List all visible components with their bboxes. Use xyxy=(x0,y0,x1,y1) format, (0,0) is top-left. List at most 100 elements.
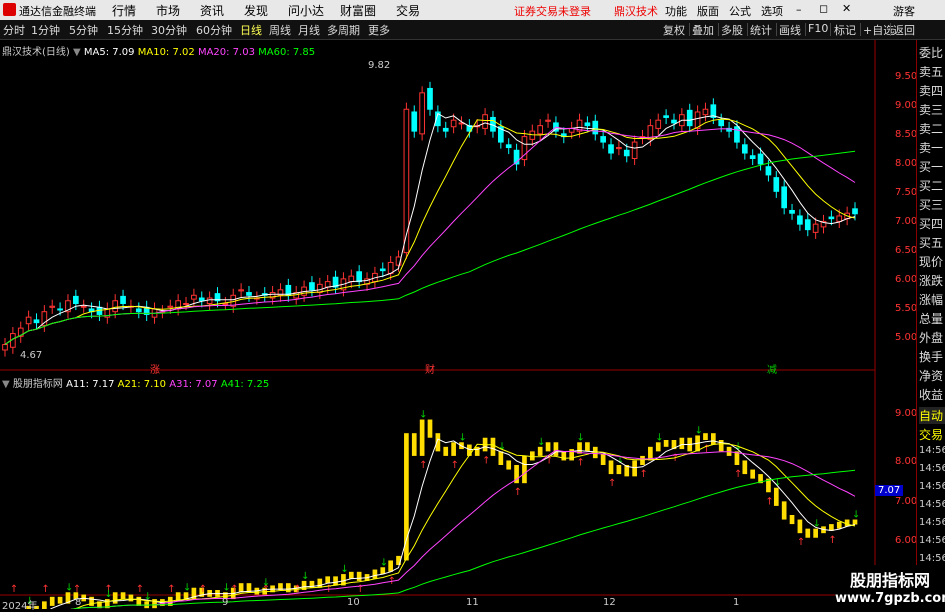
candle-body xyxy=(852,208,858,215)
fuquan-button[interactable]: 复权 xyxy=(663,22,685,38)
indicator-bar xyxy=(57,596,63,604)
menu-caifuquan[interactable]: 财富圈 xyxy=(340,2,376,19)
candle-body xyxy=(631,141,638,159)
indicator-bar xyxy=(427,419,433,438)
side-label: 外盘 xyxy=(919,331,944,345)
indicator-bar xyxy=(183,592,189,600)
side-label: 卖二 xyxy=(919,122,944,136)
auto-tab[interactable]: 自动 xyxy=(919,407,945,424)
indicator-bar xyxy=(585,442,590,452)
indicator-bar xyxy=(128,594,134,602)
back-button[interactable]: 返回 xyxy=(893,22,915,38)
main-legend: 鼎汉技术(日线) ▼ MA5: 7.09 MA10: 7.02 MA20: 7.… xyxy=(2,43,315,58)
menu-jiaoyi[interactable]: 交易 xyxy=(396,2,420,19)
period-30min[interactable]: 30分钟 xyxy=(151,22,187,38)
candle-body xyxy=(757,153,764,165)
candle-body xyxy=(33,319,40,324)
sell-arrow: ↓ xyxy=(655,432,663,443)
menu-banmian[interactable]: 版面 xyxy=(697,3,719,19)
sub-axis-tick: 7.00 xyxy=(895,496,918,507)
f10-button[interactable]: F10 xyxy=(808,22,828,35)
indicator-bar xyxy=(42,601,47,609)
duogu-button[interactable]: 多股 xyxy=(721,22,743,38)
main-legend-name: 鼎汉技术(日线) xyxy=(2,47,70,58)
user-guest[interactable]: 游客 xyxy=(893,3,915,19)
restore-icon[interactable]: ◻ xyxy=(819,2,828,15)
sell-arrow: ↓ xyxy=(104,589,112,600)
menu-xuanxiang[interactable]: 选项 xyxy=(761,3,783,19)
period-60min[interactable]: 60分钟 xyxy=(196,22,232,38)
side-label: 涨幅 xyxy=(919,293,944,307)
candle-body xyxy=(41,311,48,326)
period-daily[interactable]: 日线 xyxy=(240,22,262,38)
tongji-button[interactable]: 统计 xyxy=(750,22,772,38)
period-more[interactable]: 更多 xyxy=(368,22,390,38)
buy-arrow: ↑ xyxy=(199,584,207,595)
axis-tick: 6.00 xyxy=(895,274,918,285)
period-15min[interactable]: 15分钟 xyxy=(107,22,143,38)
biaoji-button[interactable]: 标记 xyxy=(834,22,856,38)
side-label: 买五 xyxy=(919,236,944,250)
period-5min[interactable]: 5分钟 xyxy=(69,22,98,38)
candle-body xyxy=(238,289,244,292)
trade-tab[interactable]: 交易 xyxy=(919,426,945,443)
candle-body xyxy=(222,302,229,305)
menu-gongneng[interactable]: 功能 xyxy=(665,3,687,19)
event-marker-jian[interactable]: 减 xyxy=(767,361,777,376)
period-1min[interactable]: 1分钟 xyxy=(31,22,60,38)
buy-arrow: ↑ xyxy=(797,537,805,548)
menu-zixun[interactable]: 资讯 xyxy=(200,2,224,19)
collapse-icon[interactable]: ▼ xyxy=(73,47,81,58)
period-multi[interactable]: 多周期 xyxy=(327,22,360,38)
toolbar-divider xyxy=(830,23,831,36)
menu-shichang[interactable]: 市场 xyxy=(156,2,180,19)
menu-faxian[interactable]: 发现 xyxy=(244,2,268,19)
huaxian-button[interactable]: 画线 xyxy=(779,22,801,38)
minimize-icon[interactable]: – xyxy=(796,3,802,16)
event-marker-zhang[interactable]: 涨 xyxy=(150,361,160,376)
side-label: 买一 xyxy=(919,160,944,174)
collapse-icon[interactable]: ▼ xyxy=(2,379,10,390)
watermark: 股朋指标网 www.7gpzb.com xyxy=(835,565,945,609)
candle-body xyxy=(584,122,591,127)
buy-arrow: ↑ xyxy=(577,458,585,469)
login-notice[interactable]: 证券交易未登录 xyxy=(514,3,591,19)
sub-axis-tick: 8.00 xyxy=(895,456,918,467)
indicator-bar xyxy=(380,567,386,575)
event-marker-cai[interactable]: 财 xyxy=(425,361,435,376)
indicator-bar xyxy=(388,560,393,572)
menu-hangqing[interactable]: 行情 xyxy=(112,2,136,19)
a11-line xyxy=(49,438,856,609)
buy-arrow: ↑ xyxy=(451,460,459,471)
indicator-bar xyxy=(703,433,708,440)
sell-arrow: ↓ xyxy=(458,432,466,443)
menu-gongshi[interactable]: 公式 xyxy=(729,3,751,19)
candle-body xyxy=(781,186,788,209)
side-label: 买二 xyxy=(919,179,944,193)
close-icon[interactable]: ✕ xyxy=(842,2,851,15)
indicator-bar xyxy=(506,460,512,470)
x-axis-label: 10 xyxy=(347,597,360,608)
indicator-bar xyxy=(805,528,811,538)
candle-body xyxy=(592,120,599,135)
period-monthly[interactable]: 月线 xyxy=(298,22,320,38)
indicator-bar xyxy=(522,455,527,484)
indicator-bar xyxy=(632,460,637,477)
candle-body xyxy=(773,177,780,192)
ma20-line xyxy=(4,126,856,345)
period-weekly[interactable]: 周线 xyxy=(269,22,291,38)
indicator-bar xyxy=(710,433,716,445)
sub-axis-tick: 6.00 xyxy=(895,535,918,546)
candle-body xyxy=(608,144,614,154)
chart-area[interactable]: ↑ ↓ ↑ ↓ ↑ ↑ ↓ ↑ ↓ ↑ ↓ ↑ ↓ ↑ ↑ ↓ ↑ ↓ ↑ ↓ ↑ ↓ ↑ ↑ ↓ ↑ ↓ ↑ ↓ ↑ ↓ ↑ ↑ ↓ ↑ ↓ ↑ ↓ ↑ ↓… xyxy=(0,40,918,612)
candle-body xyxy=(206,297,213,304)
candle-body xyxy=(348,275,355,283)
menu-wenxiaoda[interactable]: 问小达 xyxy=(288,2,324,19)
legend-a41: A41: 7.25 xyxy=(220,379,270,390)
diejia-button[interactable]: 叠加 xyxy=(692,22,714,38)
period-fenshi[interactable]: 分时 xyxy=(3,22,25,38)
period-toolbar: 分时 1分钟 5分钟 15分钟 30分钟 60分钟 日线 周线 月线 多周期 更… xyxy=(0,20,945,40)
toolbar-divider xyxy=(776,23,777,36)
indicator-bar xyxy=(474,446,480,456)
toolbar-divider xyxy=(860,23,861,36)
